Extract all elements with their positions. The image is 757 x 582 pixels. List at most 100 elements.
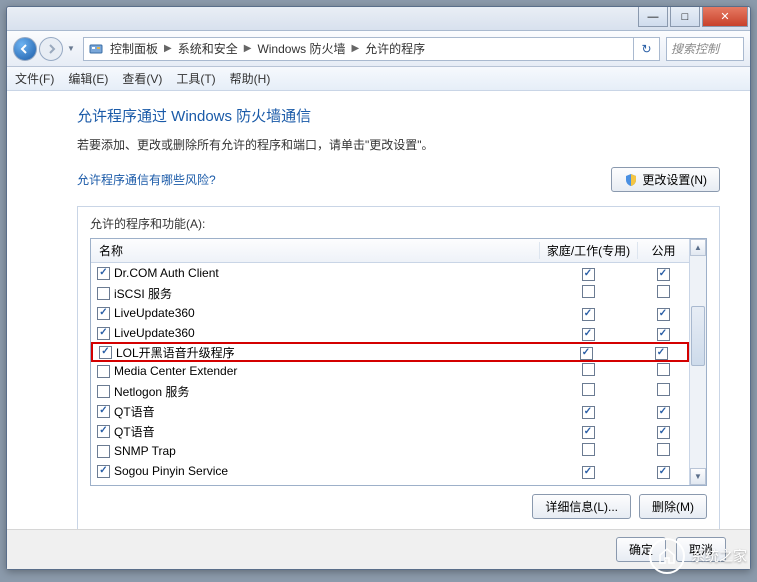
crumb-0[interactable]: 控制面板 [110,40,158,57]
risk-link[interactable]: 允许程序通信有哪些风险? [77,171,216,188]
row-checkbox[interactable] [97,307,110,320]
home-checkbox[interactable] [582,466,595,479]
back-button[interactable] [13,37,37,61]
home-checkbox[interactable] [582,268,595,281]
col-public[interactable]: 公用 [637,242,689,259]
row-name: LiveUpdate360 [114,326,195,340]
home-checkbox[interactable] [582,443,595,456]
table-row[interactable]: Media Center Extender [91,361,689,381]
table-row[interactable]: QT语音 [91,421,689,441]
crumb-1[interactable]: 系统和安全 [178,40,238,57]
crumb-2[interactable]: Windows 防火墙 [257,40,345,57]
change-settings-button[interactable]: 更改设置(N) [611,167,720,192]
maximize-button[interactable]: □ [670,7,700,27]
row-checkbox[interactable] [97,385,110,398]
address-bar[interactable]: 控制面板 ▶ 系统和安全 ▶ Windows 防火墙 ▶ 允许的程序 [83,37,634,61]
allowed-programs-group: 允许的程序和功能(A): 名称 家庭/工作(专用) 公用 Dr.COM Auth… [77,206,720,532]
cancel-button[interactable]: 取消 [676,537,726,562]
back-arrow-icon [20,44,30,54]
row-checkbox[interactable] [97,405,110,418]
home-checkbox[interactable] [582,328,595,341]
public-checkbox[interactable] [657,406,670,419]
minimize-button[interactable]: — [638,7,668,27]
home-checkbox[interactable] [582,308,595,321]
row-checkbox[interactable] [99,346,112,359]
row-name: LiveUpdate360 [114,306,195,320]
public-checkbox[interactable] [657,426,670,439]
public-checkbox[interactable] [657,466,670,479]
public-checkbox[interactable] [657,363,670,376]
scrollbar[interactable]: ▲ ▼ [689,239,706,485]
menu-tools[interactable]: 工具(T) [176,70,215,87]
menu-help[interactable]: 帮助(H) [230,70,271,87]
home-checkbox[interactable] [582,363,595,376]
home-checkbox[interactable] [582,383,595,396]
public-checkbox[interactable] [657,285,670,298]
table-row[interactable]: QT语音 [91,401,689,421]
list-buttons: 详细信息(L)... 删除(M) [90,494,707,519]
row-name: Sogou Pinyin Service [114,464,228,478]
list-body: Dr.COM Auth ClientiSCSI 服务 LiveUpdate360 L… [91,263,689,481]
scroll-up-button[interactable]: ▲ [690,239,706,256]
navbar: ▼ 控制面板 ▶ 系统和安全 ▶ Windows 防火墙 ▶ 允许的程序 ↻ 搜… [7,31,750,67]
menu-edit[interactable]: 编辑(E) [68,70,108,87]
row-checkbox[interactable] [97,465,110,478]
chevron-right-icon: ▶ [244,43,252,54]
crumb-3[interactable]: 允许的程序 [365,40,425,57]
row-name: Netlogon 服务 [114,383,189,400]
row-name: QT语音 [114,423,155,440]
details-button[interactable]: 详细信息(L)... [532,494,631,519]
row-name: SNMP Trap [114,444,176,458]
table-row[interactable]: LiveUpdate360 [91,323,689,343]
close-button[interactable]: ✕ [702,7,748,27]
nav-history-dropdown[interactable]: ▼ [65,37,77,61]
change-settings-label: 更改设置(N) [642,171,707,188]
scroll-down-button[interactable]: ▼ [690,468,706,485]
refresh-button[interactable]: ↻ [634,37,660,61]
scroll-thumb[interactable] [691,306,705,366]
table-row[interactable]: LOL开黑语音升级程序 [91,342,689,362]
scroll-track[interactable] [690,256,706,468]
row-checkbox[interactable] [97,267,110,280]
table-row[interactable]: LiveUpdate360 [91,303,689,323]
row-checkbox[interactable] [97,425,110,438]
dialog-bottom: 确定 取消 [7,529,750,569]
home-checkbox[interactable] [580,347,593,360]
table-row[interactable]: iSCSI 服务 [91,283,689,303]
remove-button[interactable]: 删除(M) [639,494,707,519]
link-line: 允许程序通信有哪些风险? 更改设置(N) [77,167,720,192]
table-row[interactable]: SNMP Trap [91,441,689,461]
public-checkbox[interactable] [657,443,670,456]
home-checkbox[interactable] [582,406,595,419]
table-row[interactable]: Sogou Pinyin Service [91,461,689,481]
menu-file[interactable]: 文件(F) [15,70,54,87]
row-name: LOL开黑语音升级程序 [116,344,235,361]
window: — □ ✕ ▼ 控制面板 ▶ 系统和安全 ▶ Windows 防火墙 ▶ 允许的… [6,6,751,570]
group-label: 允许的程序和功能(A): [90,215,707,232]
public-checkbox[interactable] [655,347,668,360]
public-checkbox[interactable] [657,383,670,396]
row-checkbox[interactable] [97,365,110,378]
row-checkbox[interactable] [97,445,110,458]
programs-list: 名称 家庭/工作(专用) 公用 Dr.COM Auth ClientiSCSI … [90,238,707,486]
public-checkbox[interactable] [657,328,670,341]
home-checkbox[interactable] [582,285,595,298]
row-name: Media Center Extender [114,364,237,378]
list-header: 名称 家庭/工作(专用) 公用 [91,239,689,263]
table-row[interactable]: Dr.COM Auth Client [91,263,689,283]
public-checkbox[interactable] [657,268,670,281]
row-checkbox[interactable] [97,287,110,300]
control-panel-icon [88,41,104,57]
col-home[interactable]: 家庭/工作(专用) [539,242,637,259]
row-checkbox[interactable] [97,327,110,340]
home-checkbox[interactable] [582,426,595,439]
shield-icon [624,173,638,187]
menubar: 文件(F) 编辑(E) 查看(V) 工具(T) 帮助(H) [7,67,750,91]
forward-button[interactable] [39,37,63,61]
table-row[interactable]: Netlogon 服务 [91,381,689,401]
menu-view[interactable]: 查看(V) [122,70,162,87]
public-checkbox[interactable] [657,308,670,321]
search-input[interactable]: 搜索控制 [666,37,744,61]
ok-button[interactable]: 确定 [616,537,666,562]
col-name[interactable]: 名称 [91,242,539,259]
